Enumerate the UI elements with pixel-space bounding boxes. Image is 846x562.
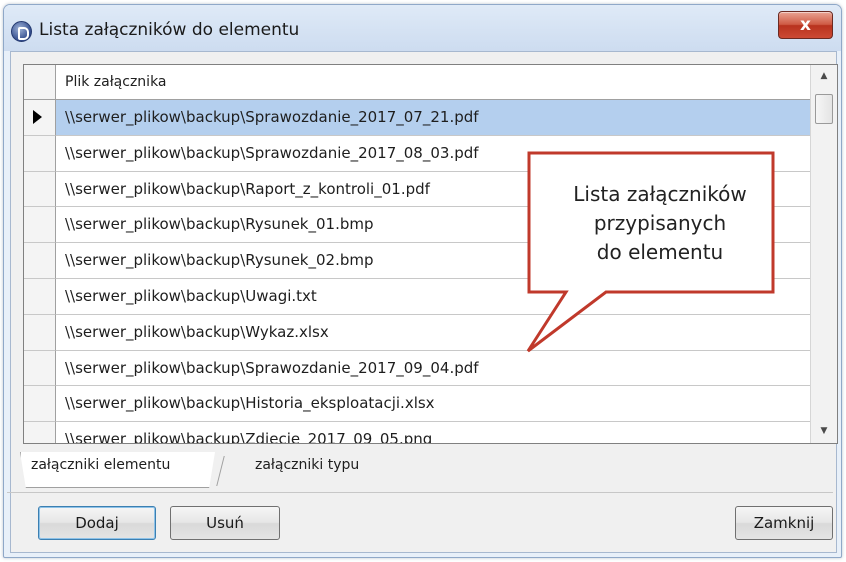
row-indicator[interactable]	[24, 100, 56, 136]
scroll-down-icon[interactable]: ▼	[811, 420, 837, 443]
app-icon	[11, 21, 32, 42]
file-path-cell[interactable]: \\serwer_plikow\backup\Zdjecie_2017_09_0…	[56, 422, 811, 443]
row-indicator[interactable]	[24, 314, 56, 351]
row-indicator[interactable]	[24, 207, 56, 244]
tab-type-attachments[interactable]: załączniki typu	[245, 452, 405, 488]
footer-divider	[7, 492, 833, 493]
window-title: Lista załączników do elementu	[39, 20, 300, 40]
callout-line-2: przypisanych	[593, 211, 727, 235]
tab-element-attachments[interactable]: załączniki elementu	[20, 452, 215, 488]
vertical-scrollbar[interactable]: ▲ ▼	[810, 65, 837, 443]
row-indicator[interactable]	[24, 422, 56, 443]
tab-separator	[216, 456, 225, 486]
file-path-cell[interactable]: \\serwer_plikow\backup\Sprawozdanie_2017…	[56, 100, 811, 136]
close-window-button[interactable]: x	[778, 11, 833, 39]
tab-strip: załączniki elementu załączniki typu	[10, 452, 430, 494]
column-header-file[interactable]: Plik załącznika	[56, 65, 811, 100]
remove-button[interactable]: Usuń	[170, 506, 280, 540]
table-row[interactable]: \\serwer_plikow\backup\Sprawozdanie_2017…	[24, 100, 811, 136]
row-indicator[interactable]	[24, 350, 56, 387]
callout-line-3: do elementu	[596, 240, 724, 264]
close-button[interactable]: Zamknij	[735, 506, 833, 540]
close-icon: x	[800, 15, 811, 35]
callout-line-1: Lista załączników	[573, 182, 747, 206]
row-indicator[interactable]	[24, 171, 56, 208]
title-bar[interactable]: Lista załączników do elementu x	[4, 5, 841, 51]
table-row[interactable]: \\serwer_plikow\backup\Historia_eksploat…	[24, 386, 811, 423]
row-pointer-icon	[33, 110, 42, 124]
row-indicator[interactable]	[24, 135, 56, 172]
scroll-up-icon[interactable]: ▲	[811, 65, 837, 88]
row-indicator[interactable]	[24, 278, 56, 315]
annotation-callout: Lista załączników przypisanych do elemen…	[526, 150, 776, 360]
add-button[interactable]: Dodaj	[38, 506, 156, 540]
row-indicator[interactable]	[24, 386, 56, 423]
file-path-cell[interactable]: \\serwer_plikow\backup\Historia_eksploat…	[56, 386, 811, 423]
grid-header-row: Plik załącznika	[24, 65, 811, 100]
row-indicator-header	[24, 65, 56, 100]
table-row[interactable]: \\serwer_plikow\backup\Zdjecie_2017_09_0…	[24, 422, 811, 443]
row-indicator[interactable]	[24, 243, 56, 279]
scrollbar-thumb[interactable]	[815, 94, 833, 124]
callout-text: Lista załączników przypisanych do elemen…	[550, 180, 770, 267]
